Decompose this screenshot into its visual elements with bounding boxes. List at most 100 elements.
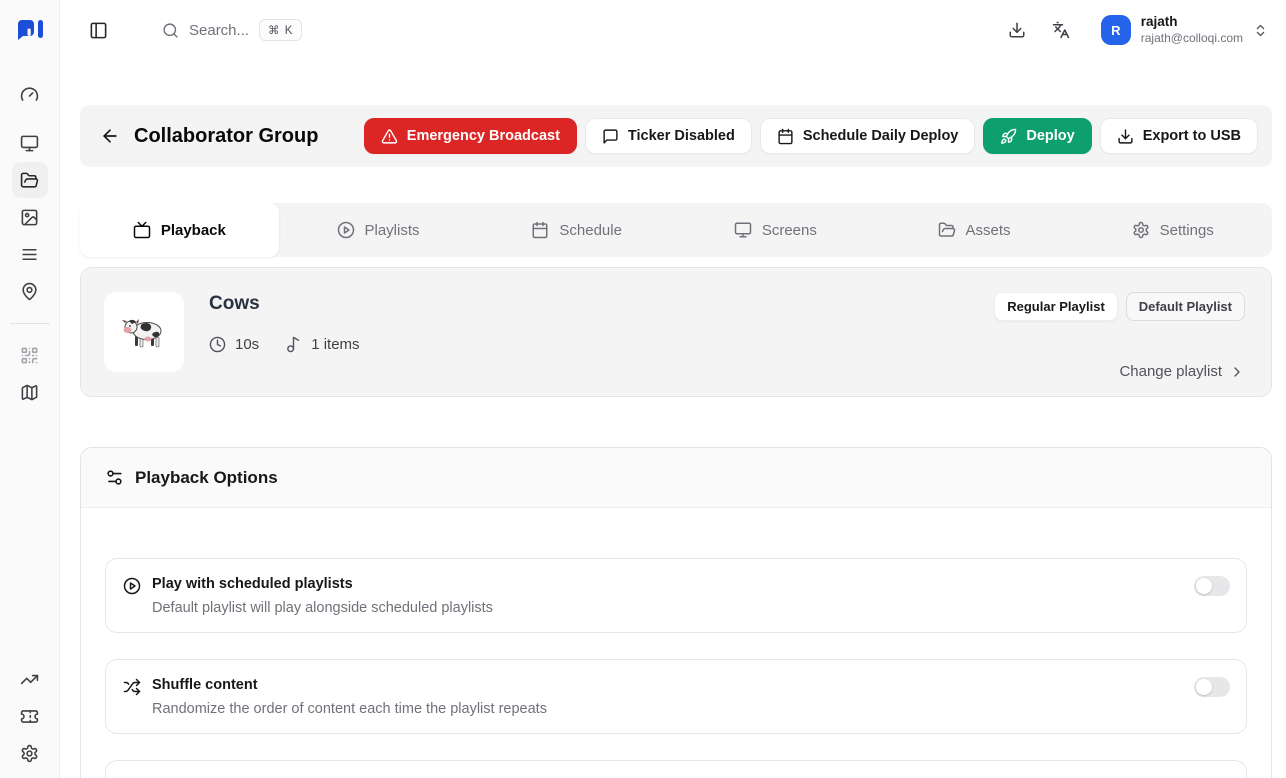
sidebar-item-playlists[interactable] [12,236,48,272]
download-button[interactable] [999,12,1035,48]
change-playlist-label: Change playlist [1119,363,1222,380]
playlist-item-count-value: 1 items [311,336,359,353]
option-combine-playlists: Combine playlists [105,760,1247,778]
qr-code-icon [20,346,39,365]
user-menu[interactable]: R rajath rajath@colloqi.com [1101,14,1268,45]
playlist-summary-card: Cows 10s 1 items Regular Playlist Defaul… [80,267,1272,397]
deploy-button[interactable]: Deploy [983,118,1091,154]
sidebar-toggle-button[interactable] [80,12,116,48]
option-description: Default playlist will play alongside sch… [152,599,493,618]
sliders-icon [105,468,124,487]
map-pin-icon [20,282,39,301]
emergency-broadcast-label: Emergency Broadcast [407,128,560,144]
main-content: Collaborator Group Emergency Broadcast T… [60,60,1286,778]
default-playlist-badge: Default Playlist [1126,292,1245,321]
play-circle-icon [123,577,141,595]
export-to-usb-button[interactable]: Export to USB [1100,118,1258,154]
chevrons-up-down-icon [1253,23,1268,38]
calendar-icon [531,221,549,239]
playback-options-card: Playback Options Play with scheduled pla… [80,447,1272,778]
tv-icon [133,221,151,239]
image-icon [20,208,39,227]
tab-screens[interactable]: Screens [676,203,875,257]
ticker-disabled-button[interactable]: Ticker Disabled [585,118,752,154]
playback-options-header: Playback Options [81,448,1271,508]
tab-assets-label: Assets [966,222,1011,239]
playlist-duration: 10s [209,336,259,353]
playlist-duration-value: 10s [235,336,259,353]
tab-schedule-label: Schedule [559,222,622,239]
sidebar-item-locations[interactable] [12,273,48,309]
sidebar-item-groups[interactable] [12,162,48,198]
tab-playlists[interactable]: Playlists [279,203,478,257]
play-circle-icon [337,221,355,239]
clock-icon [209,336,226,353]
download-icon [1008,21,1026,39]
calendar-icon [777,128,794,145]
gear-icon [20,744,39,763]
sidebar-item-assets[interactable] [12,199,48,235]
play-with-scheduled-toggle[interactable] [1194,576,1230,596]
monitor-icon [734,221,752,239]
toggle-knob [1196,679,1212,695]
sidebar-item-screens[interactable] [12,125,48,161]
message-square-icon [602,128,619,145]
playlist-title: Cows [209,293,360,315]
sidebar-item-map[interactable] [12,374,48,410]
schedule-daily-deploy-button[interactable]: Schedule Daily Deploy [760,118,976,154]
tab-schedule[interactable]: Schedule [477,203,676,257]
sidebar-divider [10,323,50,324]
rocket-icon [1000,128,1017,145]
sidebar-item-analytics[interactable] [12,661,48,697]
download-icon [1117,128,1134,145]
ticker-disabled-label: Ticker Disabled [628,128,735,144]
tab-playlists-label: Playlists [365,222,420,239]
folder-open-icon [20,171,39,190]
arrow-left-icon [100,126,120,146]
tab-bar: Playback Playlists Schedule Screens Asse… [80,203,1272,257]
folder-open-icon [938,221,956,239]
sidebar-nav [0,60,60,778]
language-button[interactable] [1043,12,1079,48]
monitor-icon [20,134,39,153]
pi-logo-icon [14,18,46,42]
tab-settings[interactable]: Settings [1073,203,1272,257]
sidebar-item-settings[interactable] [12,735,48,771]
sidebar-item-licenses[interactable] [12,698,48,734]
option-description: Randomize the order of content each time… [152,700,547,719]
app-logo[interactable] [0,0,60,60]
user-email: rajath@colloqi.com [1141,31,1243,46]
page-title: Collaborator Group [134,125,318,148]
emergency-broadcast-button[interactable]: Emergency Broadcast [364,118,577,154]
shuffle-icon [123,678,141,696]
shuffle-content-toggle[interactable] [1194,677,1230,697]
panel-left-icon [89,21,108,40]
option-play-with-scheduled: Play with scheduled playlists Default pl… [105,558,1247,633]
option-title: Shuffle content [152,676,547,694]
sidebar-item-qr-code[interactable] [12,337,48,373]
tab-screens-label: Screens [762,222,817,239]
option-shuffle-content: Shuffle content Randomize the order of c… [105,659,1247,734]
search-placeholder: Search... [189,22,249,39]
top-bar: Search... ⌘ K R rajath rajath@colloqi.co… [0,0,1286,60]
music-note-icon [285,336,302,353]
regular-playlist-badge: Regular Playlist [994,292,1118,321]
tab-playback-label: Playback [161,222,226,239]
search-input[interactable]: Search... ⌘ K [162,19,302,41]
export-to-usb-label: Export to USB [1143,128,1241,144]
avatar: R [1101,15,1131,45]
sidebar-item-dashboard[interactable] [12,76,48,112]
playlist-item-count: 1 items [285,336,359,353]
trending-up-icon [20,670,39,689]
menu-lines-icon [20,245,39,264]
page-header: Collaborator Group Emergency Broadcast T… [80,105,1272,167]
languages-icon [1052,21,1070,39]
search-icon [162,22,179,39]
chevron-right-icon [1229,364,1245,380]
change-playlist-link[interactable]: Change playlist [1119,363,1245,380]
back-button[interactable] [90,116,130,156]
tab-assets[interactable]: Assets [875,203,1074,257]
tab-playback[interactable]: Playback [80,203,279,257]
alert-triangle-icon [381,128,398,145]
deploy-label: Deploy [1026,128,1074,144]
